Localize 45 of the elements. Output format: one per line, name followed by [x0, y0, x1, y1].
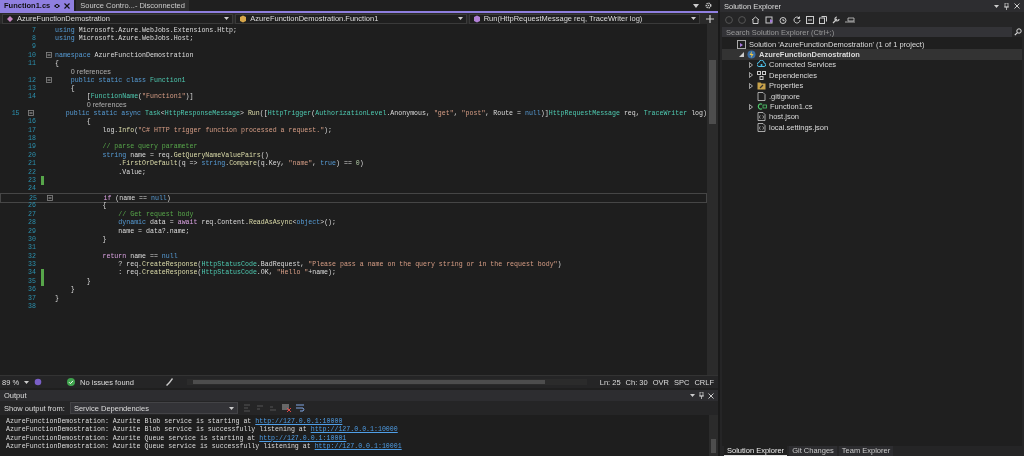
csharp-file-icon — [757, 102, 767, 112]
clear-all-icon[interactable] — [281, 404, 291, 412]
settings-icon[interactable] — [705, 2, 712, 9]
json-file-icon — [757, 122, 766, 132]
wrench-icon[interactable] — [832, 15, 840, 24]
window-icon[interactable] — [765, 15, 774, 24]
caret-icon — [457, 17, 463, 20]
close-icon[interactable] — [64, 2, 71, 9]
caret-icon — [228, 406, 234, 410]
folder-wrench-icon — [757, 81, 766, 91]
refresh-icon[interactable] — [793, 15, 801, 24]
vertical-scrollbar[interactable] — [709, 415, 718, 456]
caret-icon — [691, 17, 696, 20]
caret-icon — [224, 17, 230, 20]
collapsed-arrow-icon[interactable] — [749, 82, 753, 89]
vertical-scrollbar[interactable] — [707, 24, 718, 375]
collapse-icon[interactable] — [28, 110, 35, 117]
dropdown-icon[interactable] — [994, 4, 999, 8]
dependencies-icon — [757, 70, 766, 80]
caret-icon — [24, 380, 30, 384]
expanded-arrow-icon[interactable] — [738, 52, 744, 58]
collapse-icon[interactable] — [47, 195, 53, 202]
horizontal-scrollbar[interactable] — [186, 379, 587, 385]
file-icon — [757, 91, 766, 101]
home-icon[interactable] — [751, 15, 760, 24]
dropdown-icon[interactable] — [693, 3, 699, 8]
solution-icon — [737, 39, 746, 49]
collapse-icon[interactable] — [46, 77, 52, 84]
pin-icon[interactable] — [54, 2, 61, 9]
dropdown-icon[interactable] — [690, 394, 695, 397]
cloud-icon — [757, 60, 766, 70]
json-file-icon — [757, 112, 766, 122]
check-circle-icon — [67, 378, 76, 386]
word-wrap-icon[interactable] — [295, 404, 305, 412]
project-icon — [6, 14, 14, 23]
history-icon[interactable] — [779, 15, 788, 24]
collapsed-arrow-icon[interactable] — [749, 61, 753, 68]
collapse-all-icon[interactable] — [806, 15, 814, 24]
collapsed-arrow-icon[interactable] — [749, 72, 753, 79]
search-icon — [1014, 28, 1022, 36]
collapse-icon[interactable] — [46, 52, 52, 59]
split-icon[interactable] — [706, 14, 714, 23]
collapsed-arrow-icon[interactable] — [749, 103, 753, 110]
lightning-icon — [747, 50, 756, 60]
files-icon[interactable] — [819, 15, 827, 24]
